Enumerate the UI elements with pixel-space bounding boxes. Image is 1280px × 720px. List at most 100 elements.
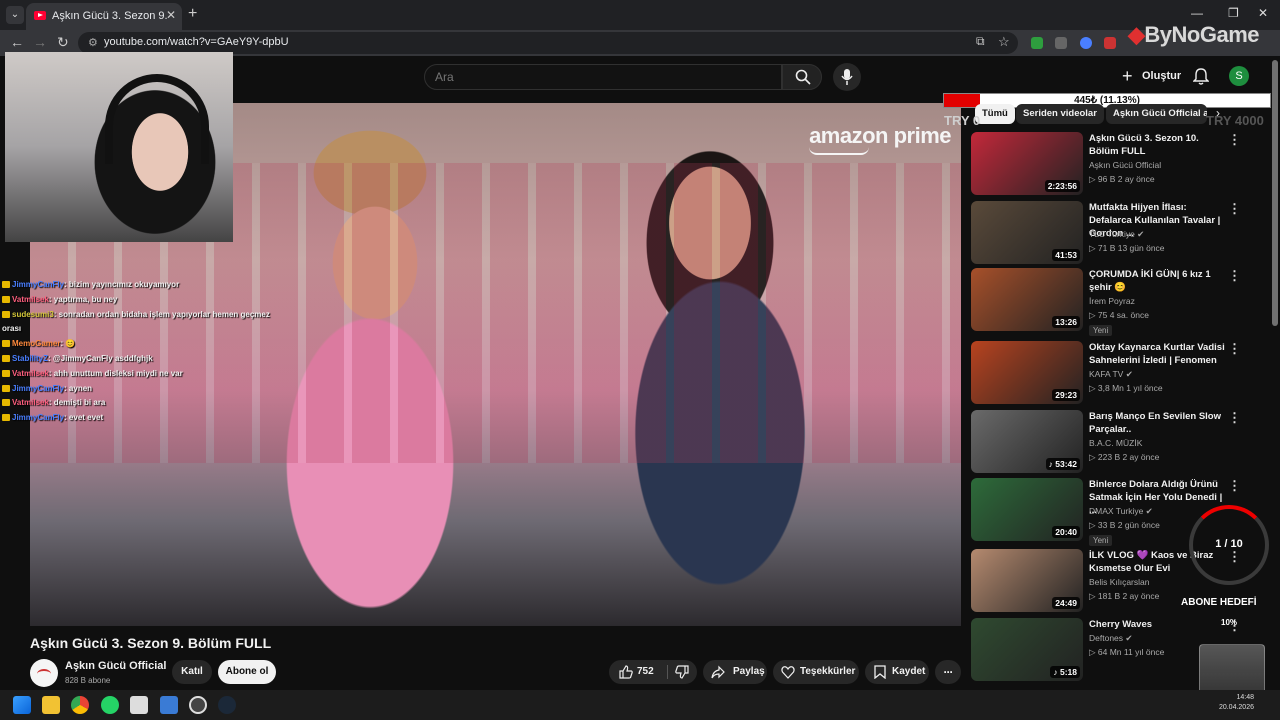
- notifications-bell-icon[interactable]: [1193, 68, 1209, 85]
- recommendation-title[interactable]: Cherry Waves: [1089, 618, 1229, 631]
- like-dislike-group: 752: [609, 660, 697, 684]
- recommendation-channel[interactable]: Deftones ✔: [1089, 633, 1133, 644]
- recommendation-title[interactable]: Aşkın Gücü 3. Sezon 10. Bölüm FULL: [1089, 132, 1229, 158]
- recommendation-channel[interactable]: TLC Turkiye ✔: [1089, 229, 1144, 240]
- recommendation-item[interactable]: 29:23 Oktay Kaynarca Kurtlar Vadisi Sahne…: [971, 341, 1261, 405]
- channel-name[interactable]: Aşkın Gücü Official: [65, 660, 166, 672]
- extension-icon[interactable]: [1055, 37, 1067, 49]
- chat-message: StabilityZ: @JimmyCanFly asddfghjk: [2, 352, 262, 367]
- recommendation-thumbnail[interactable]: 13:26: [971, 268, 1083, 331]
- tab-search-button[interactable]: ⌄: [6, 6, 24, 24]
- recommendation-channel[interactable]: KAFA TV ✔: [1089, 369, 1133, 380]
- search-box[interactable]: [424, 64, 782, 90]
- recommendation-channel[interactable]: İrem Poyraz: [1089, 296, 1135, 306]
- recommendation-item[interactable]: 2:23:56 Aşkın Gücü 3. Sezon 10. Bölüm FUL…: [971, 132, 1261, 196]
- voice-search-button[interactable]: [833, 63, 861, 91]
- mic-icon: [841, 69, 853, 85]
- like-icon[interactable]: [619, 665, 633, 679]
- chip-channel[interactable]: Aşkın Gücü Official ar: [1106, 104, 1207, 124]
- more-options-icon[interactable]: ⋮: [1228, 341, 1241, 357]
- chip-all[interactable]: Tümü: [975, 104, 1015, 124]
- more-options-icon[interactable]: ⋮: [1228, 478, 1241, 494]
- thanks-button[interactable]: Teşekkürler: [773, 660, 859, 684]
- chip-series[interactable]: Seriden videolar: [1016, 104, 1104, 124]
- photos-icon[interactable]: [160, 696, 178, 714]
- install-icon[interactable]: ⧉: [976, 34, 985, 49]
- recommendation-title[interactable]: Barış Manço En Sevilen Slow Parçalar..: [1089, 410, 1229, 436]
- subscribe-button[interactable]: Abone ol: [218, 660, 276, 684]
- recommendation-thumbnail[interactable]: 24:49: [971, 549, 1083, 612]
- maximize-icon[interactable]: ❐: [1228, 6, 1239, 20]
- recommendation-channel[interactable]: Belis Kılıçarslan: [1089, 577, 1149, 587]
- more-options-icon[interactable]: ⋮: [1228, 132, 1241, 148]
- recommendation-channel[interactable]: B.A.C. MÜZİK: [1089, 438, 1142, 448]
- system-clock[interactable]: 14:48 20.04.2026: [1219, 693, 1254, 713]
- recommendation-item[interactable]: ♪ 53:42 Barış Manço En Sevilen Slow Parça…: [971, 410, 1261, 474]
- share-button[interactable]: Paylaş: [703, 660, 767, 684]
- close-window-icon[interactable]: ✕: [1258, 6, 1268, 20]
- recommendation-thumbnail[interactable]: ♪ 5:18: [971, 618, 1083, 681]
- video-duration: 13:26: [1052, 316, 1080, 328]
- file-explorer-icon[interactable]: [42, 696, 60, 714]
- recommendation-thumbnail[interactable]: ♪ 53:42: [971, 410, 1083, 473]
- obs-icon[interactable]: [189, 696, 207, 714]
- more-options-icon[interactable]: ⋮: [1228, 268, 1241, 284]
- recommendation-meta: ▷ 181 B 2 ay önce: [1089, 591, 1160, 601]
- recommendation-item[interactable]: 41:53 Mutfakta Hijyen İflası: Defalarca K…: [971, 201, 1261, 265]
- steam-icon[interactable]: [218, 696, 236, 714]
- more-options-icon[interactable]: ⋮: [1228, 201, 1241, 217]
- recommendation-thumbnail[interactable]: 29:23: [971, 341, 1083, 404]
- forward-icon[interactable]: →: [33, 34, 47, 50]
- extension-icon[interactable]: [1104, 37, 1116, 49]
- more-actions-button[interactable]: ···: [935, 660, 961, 684]
- subscriber-goal-percent: 10%: [1221, 618, 1238, 627]
- create-button[interactable]: + Oluştur: [1114, 63, 1181, 89]
- channel-avatar[interactable]: [30, 659, 58, 687]
- chat-badge-icon: [2, 384, 10, 392]
- site-info-icon[interactable]: ⚙: [88, 36, 98, 49]
- tab-active[interactable]: Aşkın Gücü 3. Sezon 9. Bölüm F ✕: [26, 3, 182, 30]
- url-field[interactable]: ⚙ youtube.com/watch?v=GAeY9Y-dpbU: [78, 32, 1018, 54]
- reload-icon[interactable]: ↻: [57, 34, 69, 51]
- recommendation-thumbnail[interactable]: 41:53: [971, 201, 1083, 264]
- windows-start-icon[interactable]: [13, 696, 31, 714]
- new-tab-button[interactable]: +: [188, 5, 197, 23]
- account-avatar[interactable]: S: [1229, 66, 1249, 86]
- like-count[interactable]: 752: [637, 660, 654, 684]
- recommendation-thumbnail[interactable]: 20:40: [971, 478, 1083, 541]
- chat-badge-icon: [2, 295, 10, 303]
- search-button[interactable]: [782, 64, 822, 90]
- chat-message: JimmyCanFly: aynen: [2, 382, 262, 397]
- scrollbar[interactable]: [1272, 60, 1278, 326]
- chat-username: JimmyCanFly: [12, 280, 65, 289]
- recommendation-thumbnail[interactable]: 2:23:56: [971, 132, 1083, 195]
- recommendation-meta: ▷ 3,8 Mn 1 yıl önce: [1089, 383, 1163, 393]
- video-title: Aşkın Gücü 3. Sezon 9. Bölüm FULL: [30, 635, 272, 651]
- extension-icon[interactable]: [1080, 37, 1092, 49]
- chat-message: Vatmilsek: ahh unuttum disleksi miydi ne…: [2, 367, 262, 382]
- minimize-icon[interactable]: —: [1191, 6, 1203, 20]
- dislike-icon[interactable]: [675, 665, 689, 679]
- recommendation-channel[interactable]: Aşkın Gücü Official: [1089, 160, 1161, 170]
- thanks-label: Teşekkürler: [800, 666, 856, 677]
- join-button[interactable]: Katıl: [172, 660, 212, 684]
- save-button[interactable]: Kaydet: [865, 660, 929, 684]
- chat-text: : demişti bi ara: [48, 398, 106, 408]
- chat-text: : bizim yayıncımız okuyamıyor: [64, 280, 180, 289]
- more-options-icon[interactable]: ⋮: [1228, 410, 1241, 426]
- extension-icon[interactable]: [1031, 37, 1043, 49]
- app-icon[interactable]: [130, 696, 148, 714]
- chrome-icon[interactable]: [71, 696, 89, 714]
- bookmark-star-icon[interactable]: ☆: [998, 34, 1010, 50]
- back-icon[interactable]: ←: [10, 34, 24, 50]
- whatsapp-icon[interactable]: [101, 696, 119, 714]
- recommendation-title[interactable]: ÇORUMDA İKİ GÜN| 6 kız 1 şehir 😊: [1089, 268, 1229, 294]
- recommendation-channel[interactable]: DMAX Turkiye ✔: [1089, 506, 1153, 517]
- chat-username: Vatmilsek: [12, 398, 49, 408]
- like-divider: [667, 665, 668, 679]
- video-duration: 41:53: [1052, 249, 1080, 261]
- recommendation-title[interactable]: Oktay Kaynarca Kurtlar Vadisi Sahnelerin…: [1089, 341, 1229, 367]
- recommendation-item[interactable]: 13:26 ÇORUMDA İKİ GÜN| 6 kız 1 şehir 😊 İre…: [971, 268, 1261, 336]
- search-input[interactable]: [425, 65, 781, 89]
- tab-close-icon[interactable]: ✕: [166, 8, 176, 22]
